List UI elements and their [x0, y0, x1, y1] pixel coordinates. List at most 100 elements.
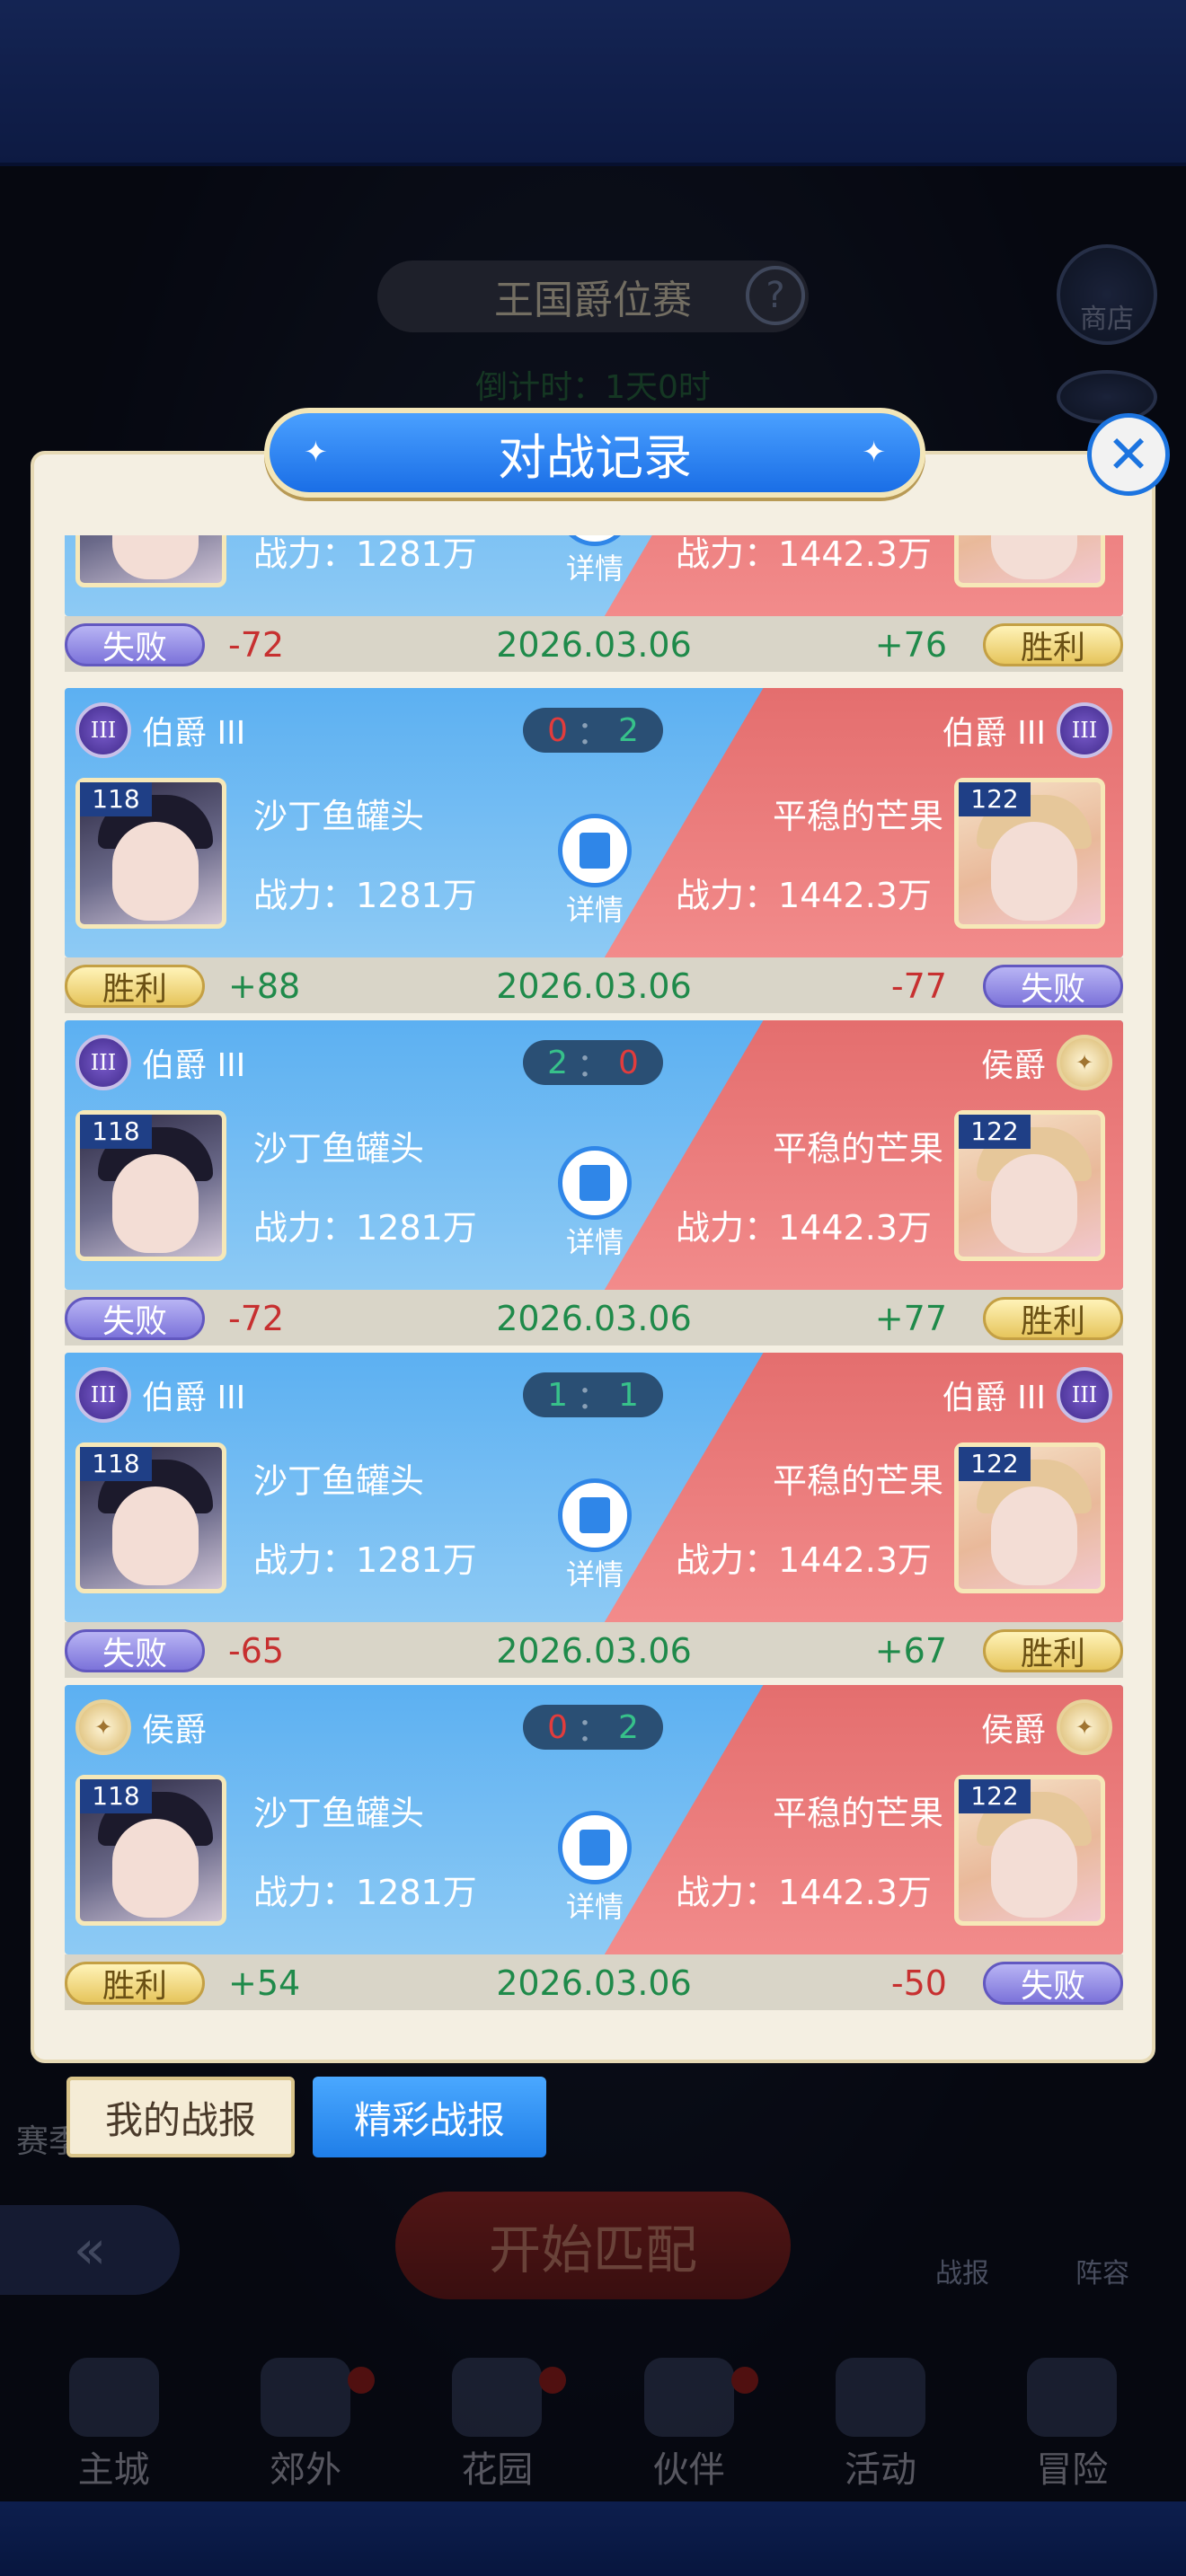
detail-button[interactable]: 详情 [550, 814, 640, 931]
record-panel: ✦ 侯爵 0： 2 侯爵 ✦ 118 沙丁鱼罐头 战力：1281万 详情 平稳的芒果 … [65, 1685, 1123, 1954]
opponent-name: 平稳的芒果 [772, 1794, 943, 1833]
power-value: 1281万 [356, 1540, 477, 1580]
player-rank-label: 侯爵 [142, 1712, 208, 1749]
player-rank: III 伯爵 III [75, 702, 245, 758]
avatar-face [991, 822, 1077, 921]
power-prefix: 战力： [253, 535, 357, 574]
power-prefix: 战力： [676, 876, 779, 915]
score-sep: ： [576, 1047, 609, 1084]
opponent-power: 战力：1442.3万 [676, 1200, 932, 1249]
record-date: 2026.03.06 [496, 1963, 692, 2003]
record-item: 战力：1281万 详情 战力：1442.3万 失败 -72 2026.03.06… [65, 535, 1123, 679]
opponent-power: 战力：1442.3万 [676, 1865, 932, 1914]
opponent-level: 122 [959, 782, 1031, 816]
record-item: ✦ 侯爵 0： 2 侯爵 ✦ 118 沙丁鱼罐头 战力：1281万 详情 平稳的芒果 … [65, 1685, 1123, 2017]
record-item: III 伯爵 III 2： 0 侯爵 ✦ 118 沙丁鱼罐头 战力：1281万 详情 … [65, 1020, 1123, 1353]
record-panel: III 伯爵 III 0： 2 伯爵 III III 118 沙丁鱼罐头 战力：128… [65, 688, 1123, 957]
record-item: III 伯爵 III 0： 2 伯爵 III III 118 沙丁鱼罐头 战力：128… [65, 688, 1123, 1020]
detail-button[interactable]: 详情 [550, 1811, 640, 1928]
record-date: 2026.03.06 [496, 625, 692, 665]
player-name: 沙丁鱼罐头 [253, 1794, 425, 1833]
document-icon [558, 1478, 632, 1552]
opponent-name: 平稳的芒果 [772, 1461, 943, 1501]
opponent-avatar[interactable]: 122 [954, 1775, 1105, 1926]
detail-button[interactable]: 详情 [550, 535, 640, 589]
opponent-score-delta: +76 [874, 625, 947, 665]
detail-label: 详情 [565, 1225, 624, 1259]
score-left: 0 [547, 1708, 568, 1746]
power-value: 1281万 [356, 1208, 477, 1248]
avatar-face [991, 1154, 1077, 1253]
player-name: 沙丁鱼罐头 [253, 1129, 425, 1169]
document-icon [558, 814, 632, 887]
record-result-bar: 失败 -65 2026.03.06 +67 胜利 [65, 1622, 1123, 1678]
player-level: 118 [80, 782, 152, 816]
power-prefix: 战力： [253, 1208, 357, 1248]
player-power: 战力：1281万 [253, 868, 477, 917]
player-power: 战力：1281万 [253, 1865, 477, 1914]
avatar-face [991, 1819, 1077, 1918]
opponent-avatar[interactable]: 122 [954, 778, 1105, 929]
avatar-face [112, 1486, 199, 1585]
avatar-face [991, 535, 1077, 579]
marquis-badge-icon: ✦ [1057, 1035, 1112, 1090]
player-rank: III 伯爵 III [75, 1035, 245, 1090]
close-button[interactable]: ✕ [1087, 413, 1170, 496]
player-avatar[interactable]: 118 [75, 778, 226, 929]
score-right: 2 [618, 1708, 639, 1746]
player-result-badge: 胜利 [65, 1962, 205, 2005]
opponent-power: 战力：1442.3万 [676, 868, 932, 917]
tab-my-reports[interactable]: 我的战报 [66, 2077, 295, 2157]
record-result-bar: 失败 -72 2026.03.06 +76 胜利 [65, 616, 1123, 672]
opponent-avatar[interactable]: 122 [954, 1442, 1105, 1593]
score-right: 0 [618, 1044, 639, 1081]
match-score: 2： 0 [523, 1040, 663, 1085]
opponent-rank: 伯爵 III III [943, 1367, 1112, 1423]
marquis-badge-icon: ✦ [1057, 1699, 1112, 1755]
detail-label: 详情 [565, 893, 624, 927]
document-icon [558, 1811, 632, 1884]
player-rank: III 伯爵 III [75, 1367, 245, 1423]
count-rank-badge-icon: III [75, 1035, 131, 1090]
player-avatar[interactable]: 118 [75, 1110, 226, 1261]
player-avatar[interactable]: 118 [75, 1775, 226, 1926]
power-prefix: 战力： [253, 876, 357, 915]
opponent-avatar[interactable]: 122 [954, 1110, 1105, 1261]
record-panel: III 伯爵 III 1： 1 伯爵 III III 118 沙丁鱼罐头 战力：128… [65, 1353, 1123, 1622]
record-list[interactable]: 战力：1281万 详情 战力：1442.3万 失败 -72 2026.03.06… [65, 535, 1123, 2044]
avatar-face [112, 1819, 199, 1918]
player-avatar[interactable]: 118 [75, 1442, 226, 1593]
power-prefix: 战力： [676, 1540, 779, 1580]
opponent-power: 战力：1442.3万 [676, 535, 932, 576]
count-rank-badge-icon: III [75, 702, 131, 758]
power-prefix: 战力： [676, 535, 779, 574]
opponent-level: 122 [959, 1115, 1031, 1149]
power-value: 1442.3万 [778, 1208, 932, 1248]
player-power: 战力：1281万 [253, 1532, 477, 1582]
player-result-badge: 失败 [65, 1297, 205, 1340]
player-score-delta: -72 [228, 625, 285, 665]
dialog-title: ✦ 对战记录 ✦ [264, 408, 925, 498]
avatar-face [112, 822, 199, 921]
power-prefix: 战力： [253, 1540, 357, 1580]
opponent-name: 平稳的芒果 [772, 1129, 943, 1169]
player-result-badge: 失败 [65, 623, 205, 666]
detail-button[interactable]: 详情 [550, 1146, 640, 1263]
power-value: 1281万 [356, 535, 477, 574]
score-right: 2 [618, 711, 639, 749]
player-name: 沙丁鱼罐头 [253, 1461, 425, 1501]
match-score: 0： 2 [523, 1705, 663, 1750]
opponent-score-delta: -50 [890, 1963, 947, 2003]
avatar-face [991, 1486, 1077, 1585]
power-prefix: 战力： [676, 1208, 779, 1248]
count-rank-badge-icon: III [1057, 1367, 1112, 1423]
opponent-score-delta: -77 [890, 966, 947, 1006]
detail-label: 详情 [565, 1890, 624, 1924]
player-avatar[interactable] [75, 535, 226, 587]
tab-highlight-reports[interactable]: 精彩战报 [313, 2077, 546, 2157]
opponent-rank-label: 伯爵 III [942, 1380, 1046, 1416]
power-value: 1442.3万 [778, 535, 932, 574]
player-rank-label: 伯爵 III [142, 715, 246, 752]
detail-button[interactable]: 详情 [550, 1478, 640, 1595]
opponent-avatar[interactable] [954, 535, 1105, 587]
